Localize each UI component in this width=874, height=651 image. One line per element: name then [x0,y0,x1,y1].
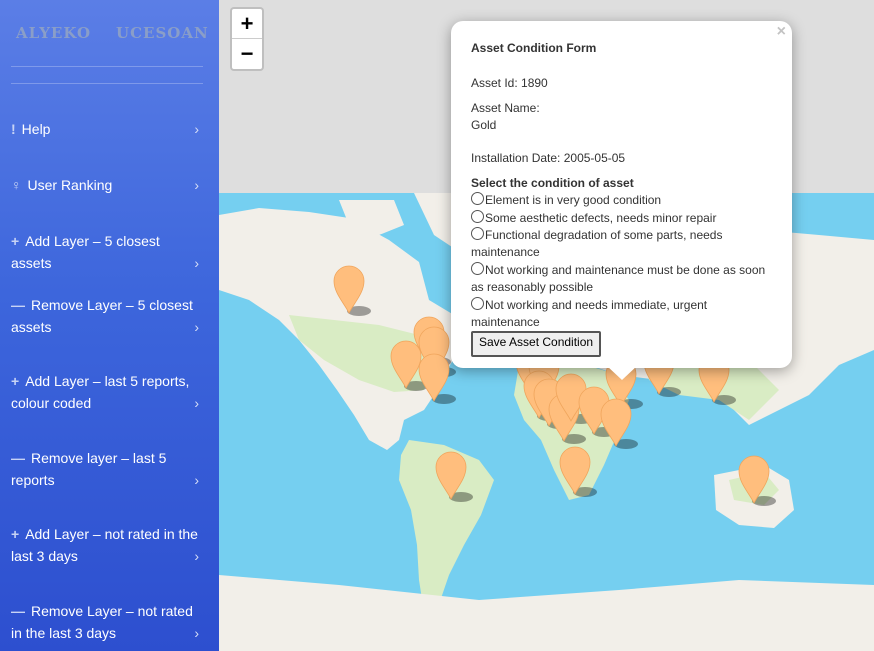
chevron-right-icon: › [194,395,199,411]
radio-button[interactable] [471,262,484,275]
sidebar-item-label: Help [21,121,51,137]
plus-icon: + [11,233,20,249]
sidebar-item-label: User Ranking [27,177,113,193]
asset-name-label: Asset Name: [471,101,540,115]
radio-button[interactable] [471,227,484,240]
sidebar-item-add-not-rated[interactable]: + Add Layer – not rated in the last 3 day… [11,523,203,567]
sidebar-item-remove-last5[interactable]: — Remove layer – last 5 reports › [11,447,199,491]
plus-icon: + [11,526,20,542]
radio-button[interactable] [471,210,484,223]
sidebar-item-remove-not-rated[interactable]: — Remove Layer – not rated in the last 3 … [11,600,203,644]
zoom-control: + − [230,7,264,71]
divider [11,66,203,67]
installation-date: Installation Date: 2005-05-05 [471,151,626,165]
condition-option[interactable]: Element is in very good condition [471,192,771,209]
sidebar-item-label: Add Layer – last 5 reports, colour coded [11,373,190,411]
save-asset-condition-button[interactable]: Save Asset Condition [471,331,602,357]
condition-option[interactable]: Not working and maintenance must be done… [471,262,771,296]
zoom-out-button[interactable]: − [232,39,262,68]
popup-title: Asset Condition Form [471,41,597,55]
brand-left: ALYEKO [16,24,92,42]
radio-button[interactable] [471,192,484,205]
asset-id: Asset Id: 1890 [471,76,548,90]
sidebar-item-add-last5[interactable]: + Add Layer – last 5 reports, colour code… [11,370,199,414]
minus-icon: — [11,603,25,619]
chevron-right-icon: › [194,255,199,271]
sidebar-item-remove-closest[interactable]: — Remove Layer – 5 closest assets › [11,294,199,338]
minus-icon: — [11,297,25,313]
sidebar-item-label: Remove Layer – 5 closest assets [11,297,193,335]
chevron-right-icon: › [194,121,199,137]
brand-right: UCESOAN [116,24,209,42]
sidebar-item-label: Add Layer – 5 closest assets [11,233,160,271]
close-icon[interactable]: × [777,23,786,41]
chevron-right-icon: › [194,472,199,488]
divider [11,83,203,84]
sidebar-item-label: Remove Layer – not rated in the last 3 d… [11,603,193,641]
radio-button[interactable] [471,297,484,310]
condition-option[interactable]: Some aesthetic defects, needs minor repa… [471,210,771,227]
chevron-right-icon: › [194,319,199,335]
popup-tip [607,366,637,380]
minus-icon: — [11,450,25,466]
sidebar-item-help[interactable]: ! Help › [11,118,203,140]
sidebar-item-label: Remove layer – last 5 reports [11,450,167,488]
condition-option[interactable]: Not working and needs immediate, urgent … [471,297,771,331]
award-icon: ♀ [11,177,22,193]
exclamation-icon: ! [11,121,16,137]
plus-icon: + [11,373,20,389]
zoom-in-button[interactable]: + [232,9,262,39]
sidebar-item-user-ranking[interactable]: ♀ User Ranking › [11,174,203,196]
chevron-right-icon: › [194,548,199,564]
condition-question: Select the condition of asset [471,176,634,190]
chevron-right-icon: › [194,177,199,193]
sidebar-item-label: Add Layer – not rated in the last 3 days [11,526,198,564]
condition-option[interactable]: Functional degradation of some parts, ne… [471,227,771,261]
asset-condition-popup: × Asset Condition Form Asset Id: 1890 As… [451,21,792,380]
asset-name: Gold [471,118,497,132]
chevron-right-icon: › [194,625,199,641]
sidebar: ALYEKO UCESOAN ! Help › ♀ User Ranking › +… [0,0,219,651]
sidebar-item-add-closest[interactable]: + Add Layer – 5 closest assets › [11,230,203,274]
